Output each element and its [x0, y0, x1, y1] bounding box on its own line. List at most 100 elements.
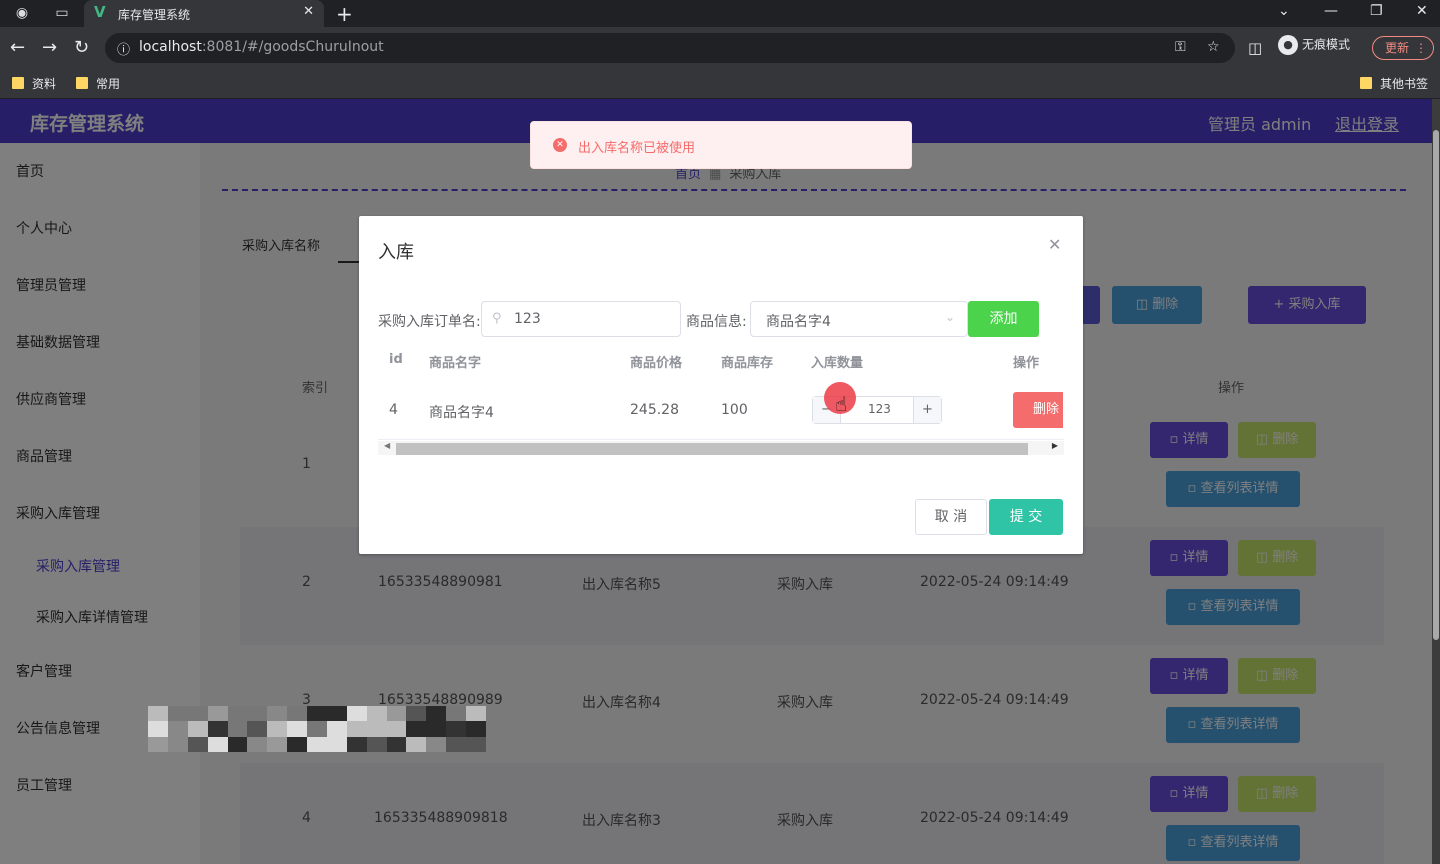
window-close-icon[interactable]: ✕ [1416, 3, 1428, 19]
tab-title: 库存管理系统 [118, 8, 191, 22]
mosaic-block [346, 706, 367, 722]
goods-select-value: 商品名字4 [766, 314, 831, 330]
tab-list-chevron-icon[interactable]: ⌄ [1278, 3, 1290, 19]
bookmark-folder-2[interactable]: 常用 [76, 75, 120, 92]
mosaic-block [446, 706, 467, 722]
increment-button[interactable]: + [913, 397, 941, 423]
minimize-icon[interactable]: — [1324, 3, 1338, 19]
mosaic-block [307, 706, 327, 722]
browser-tab[interactable]: V 库存管理系统 ✕ [84, 0, 324, 27]
scrollbar-thumb[interactable] [396, 443, 1028, 455]
key-icon[interactable]: ⚿ [1175, 39, 1186, 55]
row-price: 245.28 [630, 402, 679, 418]
mosaic-block [227, 721, 248, 737]
scroll-left-icon[interactable]: ◀ [384, 441, 390, 450]
menu-kebab-icon: ⋮ [1415, 41, 1428, 55]
mosaic-block [346, 721, 367, 737]
tab-close-icon[interactable]: ✕ [303, 4, 314, 19]
dialog-title: 入库 [378, 242, 414, 263]
row-delete-button[interactable]: 删除 [1013, 392, 1063, 428]
mosaic-block [247, 706, 268, 722]
mosaic-block [386, 706, 407, 722]
mosaic-block [227, 706, 248, 722]
mosaic-block [466, 706, 486, 722]
mosaic-block [426, 736, 447, 752]
tab-search-icon[interactable]: ▭ [52, 4, 72, 23]
other-bookmarks[interactable]: 其他书签 [1360, 75, 1428, 92]
mosaic-block [307, 721, 327, 737]
mosaic-block [287, 706, 308, 722]
mosaic-block [167, 736, 188, 752]
url-text: localhost:8081/#/goodsChuruInout [139, 39, 384, 55]
address-bar[interactable]: ⓘ localhost:8081/#/goodsChuruInout ⚿ ☆ [105, 33, 1235, 63]
add-button[interactable]: 添加 [968, 301, 1039, 337]
row-stock: 100 [721, 402, 748, 418]
browser-toolbar: ← → ↻ ⓘ localhost:8081/#/goodsChuruInout… [0, 27, 1440, 69]
mosaic-block [446, 721, 467, 737]
bookmark-folder-1[interactable]: 资料 [12, 75, 56, 92]
side-panel-icon[interactable]: ◫ [1248, 39, 1262, 57]
new-tab-icon[interactable]: + [336, 2, 353, 26]
mosaic-block [207, 721, 228, 737]
submit-button[interactable]: 提 交 [989, 499, 1063, 535]
mosaic-block [366, 721, 387, 737]
bookmark-label: 资料 [32, 77, 57, 91]
mosaic-block [466, 736, 486, 752]
col-qty: 入库数量 [811, 356, 864, 371]
col-stock: 商品库存 [721, 356, 774, 371]
mosaic-block [307, 736, 327, 752]
back-icon[interactable]: ← [10, 37, 25, 58]
mosaic-block [187, 736, 208, 752]
table-horizontal-scrollbar[interactable]: ◀ ▶ [378, 441, 1064, 455]
url-host: localhost [139, 39, 202, 55]
mosaic-block [287, 721, 308, 737]
chevron-down-icon: ⌄ [944, 310, 955, 324]
site-info-icon[interactable]: ⓘ [117, 39, 130, 58]
forward-icon[interactable]: → [42, 37, 57, 58]
order-name-input[interactable]: ⚲ 123 [481, 301, 681, 337]
scroll-right-icon[interactable]: ▶ [1052, 441, 1058, 450]
mosaic-block [267, 706, 288, 722]
mosaic-block [326, 721, 347, 737]
incognito-label: 无痕模式 [1302, 37, 1351, 52]
other-bookmarks-label: 其他书签 [1380, 77, 1429, 91]
mosaic-block [187, 721, 208, 737]
mosaic-block [446, 736, 467, 752]
mosaic-block [148, 736, 168, 752]
incognito-indicator[interactable]: ● 无痕模式 [1278, 35, 1350, 55]
bookmark-star-icon[interactable]: ☆ [1207, 39, 1220, 55]
url-path: :8081/#/goodsChuruInout [201, 39, 384, 55]
update-button[interactable]: 更新 ⋮ [1372, 36, 1434, 60]
vue-favicon-icon: V [94, 3, 106, 21]
mosaic-block [406, 706, 427, 722]
incognito-icon: ● [1278, 35, 1298, 55]
mosaic-block [287, 736, 308, 752]
mosaic-block [366, 706, 387, 722]
cancel-button[interactable]: 取 消 [915, 499, 987, 535]
folder-icon [1360, 77, 1372, 89]
mosaic-block [346, 736, 367, 752]
mosaic-block [406, 736, 427, 752]
mosaic-block [207, 706, 228, 722]
col-goods-name: 商品名字 [429, 356, 482, 371]
order-name-label: 采购入库订单名: [378, 314, 481, 330]
censor-mosaic [148, 706, 486, 752]
bookmarks-bar: 资料 常用 其他书签 [0, 69, 1440, 99]
mosaic-block [148, 721, 168, 737]
dialog-table-row: 4 商品名字4 245.28 100 [378, 382, 1064, 440]
restore-icon[interactable]: ❐ [1370, 3, 1383, 19]
browser-tabbar: ◉ ▭ V 库存管理系统 ✕ + ⌄ — ❐ ✕ [0, 0, 1440, 27]
mosaic-block [326, 706, 347, 722]
mosaic-block [426, 706, 447, 722]
update-label: 更新 [1385, 41, 1410, 55]
quantity-value[interactable]: 123 [868, 402, 891, 416]
mosaic-block [187, 706, 208, 722]
folder-icon [12, 77, 24, 89]
goods-select[interactable]: 商品名字4 ⌄ [750, 301, 968, 337]
mosaic-block [267, 721, 288, 737]
reload-icon[interactable]: ↻ [74, 37, 89, 58]
row-goods-name: 商品名字4 [429, 405, 494, 421]
page-scrollbar-thumb[interactable] [1433, 130, 1439, 640]
dialog-close-icon[interactable]: ✕ [1048, 235, 1061, 254]
browser-app-icon[interactable]: ◉ [12, 4, 32, 23]
